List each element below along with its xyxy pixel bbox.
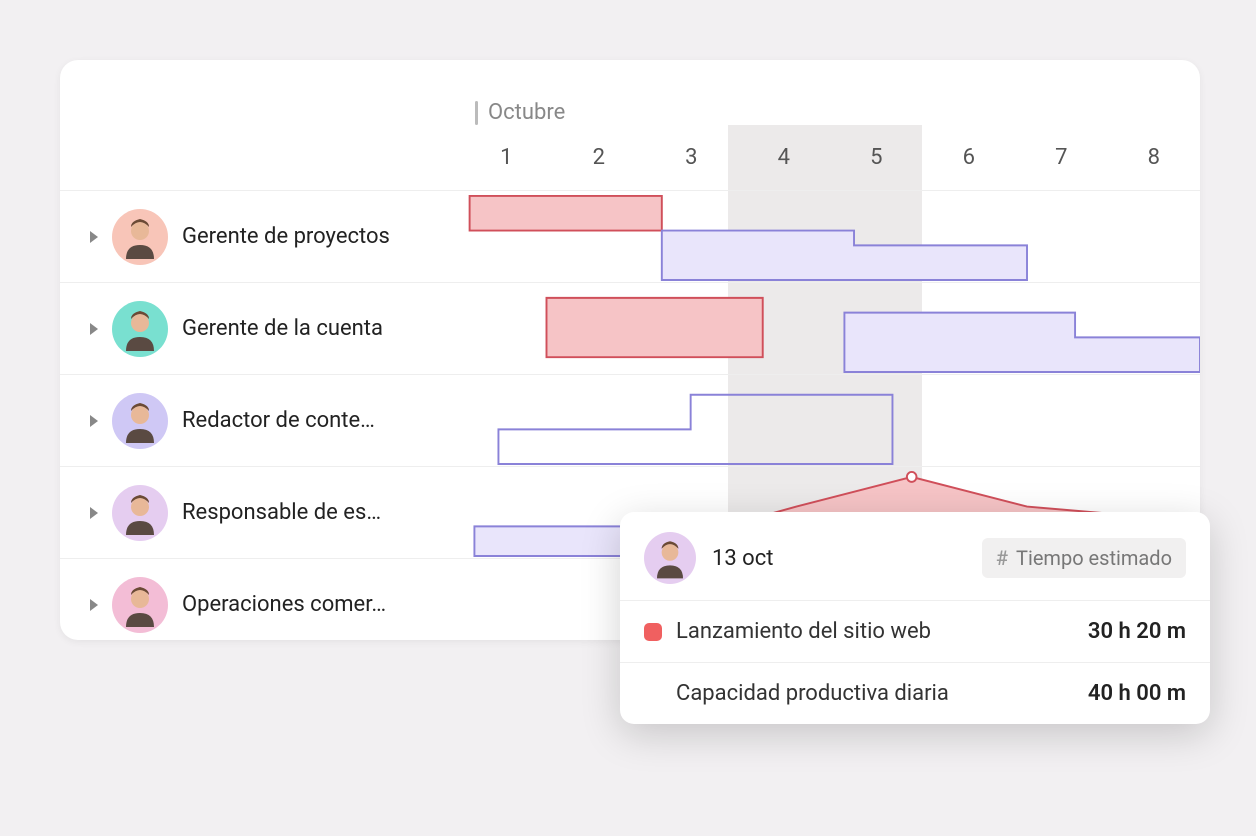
day-4[interactable]: 4 xyxy=(738,145,831,185)
avatar xyxy=(112,393,168,449)
expand-icon[interactable] xyxy=(90,415,98,427)
timeline-header: Octubre 1 2 3 4 5 6 7 8 xyxy=(60,60,1200,190)
workload-tooltip: 13 oct # Tiempo estimado Lanzamiento del… xyxy=(620,512,1210,724)
task-time: 30 h 20 m xyxy=(1088,619,1186,644)
role-label: Responsable de es… xyxy=(182,500,381,525)
row-left: Gerente de proyectos xyxy=(60,209,460,265)
task-name: Lanzamiento del sitio web xyxy=(676,619,1074,644)
capacity-time: 40 h 00 m xyxy=(1088,681,1186,706)
day-6[interactable]: 6 xyxy=(923,145,1016,185)
row-left: Redactor de conte… xyxy=(60,393,460,449)
chip-label: Tiempo estimado xyxy=(1016,546,1172,570)
day-3[interactable]: 3 xyxy=(645,145,738,185)
avatar xyxy=(112,485,168,541)
expand-icon[interactable] xyxy=(90,599,98,611)
day-numbers: 1 2 3 4 5 6 7 8 xyxy=(460,145,1200,185)
workload-chart[interactable] xyxy=(460,283,1200,374)
day-5[interactable]: 5 xyxy=(830,145,923,185)
workload-chart[interactable] xyxy=(460,191,1200,282)
role-label: Redactor de conte… xyxy=(182,408,375,433)
tooltip-avatar xyxy=(644,532,696,584)
resource-row[interactable]: Gerente de proyectos xyxy=(60,190,1200,282)
tooltip-task-row[interactable]: Lanzamiento del sitio web 30 h 20 m xyxy=(620,600,1210,662)
avatar xyxy=(112,209,168,265)
role-label: Gerente de proyectos xyxy=(182,224,390,249)
role-label: Gerente de la cuenta xyxy=(182,316,383,341)
estimated-time-chip[interactable]: # Tiempo estimado xyxy=(982,538,1186,578)
month-tick-icon xyxy=(475,101,478,125)
day-1[interactable]: 1 xyxy=(460,145,553,185)
day-7[interactable]: 7 xyxy=(1015,145,1108,185)
tooltip-header: 13 oct # Tiempo estimado xyxy=(620,512,1210,600)
row-left: Gerente de la cuenta xyxy=(60,301,460,357)
resource-row[interactable]: Gerente de la cuenta xyxy=(60,282,1200,374)
capacity-label: Capacidad productiva diaria xyxy=(676,681,1074,706)
tooltip-date: 13 oct xyxy=(712,546,966,571)
expand-icon[interactable] xyxy=(90,323,98,335)
task-color-icon xyxy=(644,623,662,641)
expand-icon[interactable] xyxy=(90,507,98,519)
month-label: Octubre xyxy=(475,100,565,125)
row-left: Operaciones comer… xyxy=(60,577,460,633)
workload-chart[interactable] xyxy=(460,375,1200,466)
avatar xyxy=(112,301,168,357)
avatar xyxy=(112,577,168,633)
month-text: Octubre xyxy=(488,100,565,125)
day-8[interactable]: 8 xyxy=(1108,145,1201,185)
expand-icon[interactable] xyxy=(90,231,98,243)
row-left: Responsable de es… xyxy=(60,485,460,541)
role-label: Operaciones comer… xyxy=(182,592,386,617)
day-2[interactable]: 2 xyxy=(553,145,646,185)
tooltip-capacity-row: Capacidad productiva diaria 40 h 00 m xyxy=(620,662,1210,724)
hash-icon: # xyxy=(996,546,1008,570)
resource-row[interactable]: Redactor de conte… xyxy=(60,374,1200,466)
